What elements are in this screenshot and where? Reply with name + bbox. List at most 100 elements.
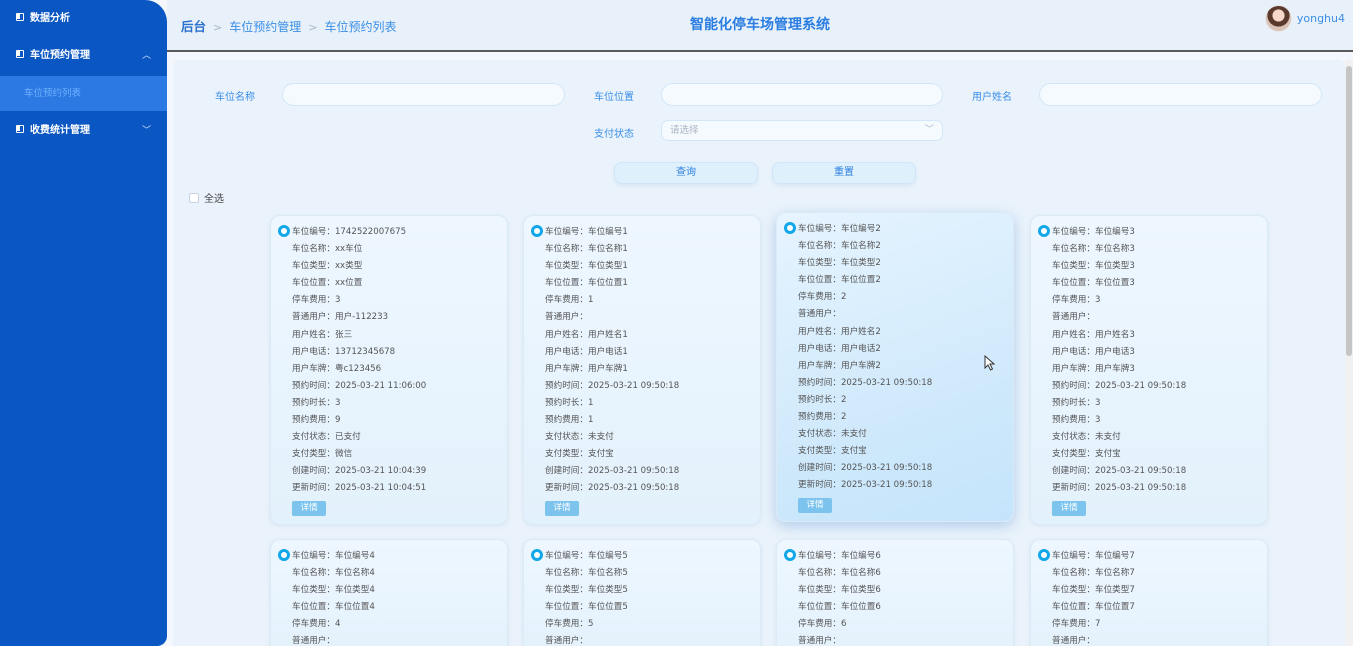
detail-button[interactable]: 详情 [1052, 501, 1086, 516]
select-all[interactable]: 全选 [189, 190, 224, 205]
top-header: 后台 > 车位预约管理 > 车位预约列表 智能化停车场管理系统 yonghu4 [167, 0, 1353, 52]
card-field: 预约费用：3 [1052, 415, 1101, 426]
card-field: 创建时间：2025-03-21 09:50:18 [1052, 466, 1187, 477]
sidebar: 数据分析 车位预约管理 ︿ 车位预约列表 收费统计管理 ﹀ [0, 0, 167, 646]
card-fields: 车位编号：车位编号2 车位名称：车位名称2 车位类型：车位类型2 车位位置：车位… [798, 223, 932, 497]
card-field: 车位类型：车位类型5 [545, 585, 628, 596]
reservation-card[interactable]: 车位编号：车位编号4 车位名称：车位名称4 车位类型：车位类型4 车位位置：车位… [270, 539, 508, 646]
card-field: 车位类型：车位类型6 [798, 585, 881, 596]
card-field: 支付状态：未支付 [798, 429, 867, 440]
sidebar-item-data-analysis[interactable]: 数据分析 [0, 0, 167, 38]
detail-button[interactable]: 详情 [292, 501, 326, 516]
card-field: 普通用户： [1052, 312, 1095, 323]
space-name-input[interactable] [282, 83, 565, 106]
page-title: 智能化停车场管理系统 [690, 17, 830, 33]
card-field: 车位编号：车位编号6 [798, 551, 881, 561]
sidebar-subitem-reservation-list[interactable]: 车位预约列表 [0, 76, 167, 111]
query-button[interactable]: 查询 [614, 162, 758, 184]
chevron-up-icon: ︿ [141, 51, 151, 61]
card-field: 车位编号：车位编号7 [1052, 551, 1135, 561]
card-field: 停车费用：4 [292, 619, 341, 630]
card-field: 用户姓名：张三 [292, 329, 353, 340]
card-field: 车位位置：车位位置5 [545, 602, 628, 613]
main-panel: 车位名称 车位位置 用户姓名 支付状态 请选择 ﹀ 查询 重置 全选 车位编号：… [173, 60, 1345, 646]
card-field: 车位位置：车位位置2 [798, 275, 881, 286]
avatar[interactable] [1264, 4, 1292, 32]
card-field: 支付类型：微信 [292, 449, 353, 460]
card-field: 车位位置：车位位置6 [798, 602, 881, 613]
detail-button[interactable]: 详情 [545, 501, 579, 516]
card-field: 车位类型：车位类型3 [1052, 261, 1135, 272]
space-name-label: 车位名称 [215, 92, 255, 103]
reservation-card[interactable]: 车位编号：车位编号5 车位名称：车位名称5 车位类型：车位类型5 车位位置：车位… [523, 539, 761, 646]
sidebar-item-label: 数据分析 [30, 13, 70, 24]
reset-button[interactable]: 重置 [772, 162, 916, 184]
card-select-radio[interactable] [1038, 225, 1050, 237]
card-field: 预约时长：1 [545, 397, 594, 408]
card-select-radio[interactable] [278, 225, 290, 237]
scrollbar-thumb[interactable] [1346, 66, 1352, 356]
card-field: 停车费用：6 [798, 619, 847, 630]
card-field: 创建时间：2025-03-21 10:04:39 [292, 466, 427, 477]
card-field: 预约时间：2025-03-21 09:50:18 [798, 377, 933, 388]
card-field: 车位类型：车位类型2 [798, 258, 881, 269]
card-fields: 车位编号：车位编号1 车位名称：车位名称1 车位类型：车位类型1 车位位置：车位… [545, 226, 679, 500]
card-field: 用户电话：用户电话1 [545, 346, 628, 357]
user-menu[interactable]: yonghu4 [1264, 4, 1345, 32]
card-field: 用户车牌：用户车牌2 [798, 360, 881, 371]
card-field: 普通用户： [798, 636, 841, 646]
reservation-card[interactable]: 车位编号：车位编号2 车位名称：车位名称2 车位类型：车位类型2 车位位置：车位… [776, 212, 1014, 522]
card-field: 预约时长：3 [1052, 397, 1101, 408]
card-field: 用户车牌：用户车牌3 [1052, 363, 1135, 374]
card-field: 停车费用：1 [545, 295, 594, 306]
username[interactable]: yonghu4 [1297, 12, 1345, 25]
card-field: 创建时间：2025-03-21 09:50:18 [798, 463, 933, 474]
space-location-label: 车位位置 [594, 92, 634, 103]
card-select-radio[interactable] [531, 225, 543, 237]
card-field: 支付状态：已支付 [292, 432, 361, 443]
pay-status-select[interactable]: 请选择 ﹀ [661, 120, 943, 141]
card-field: 停车费用：3 [292, 295, 341, 306]
card-field: 普通用户： [545, 312, 588, 323]
card-select-radio[interactable] [784, 549, 796, 561]
card-field: 车位名称：车位名称3 [1052, 244, 1135, 255]
card-fields: 车位编号：车位编号6 车位名称：车位名称6 车位类型：车位类型6 车位位置：车位… [798, 550, 881, 646]
card-fields: 车位编号：车位编号3 车位名称：车位名称3 车位类型：车位类型3 车位位置：车位… [1052, 226, 1186, 500]
card-field: 普通用户： [1052, 636, 1095, 646]
reservation-card[interactable]: 车位编号：车位编号3 车位名称：车位名称3 车位类型：车位类型3 车位位置：车位… [1030, 215, 1268, 525]
card-field: 车位名称：xx车位 [292, 244, 363, 255]
card-field: 支付状态：未支付 [1052, 432, 1121, 443]
reservation-card[interactable]: 车位编号：车位编号7 车位名称：车位名称7 车位类型：车位类型7 车位位置：车位… [1030, 539, 1268, 646]
card-fields: 车位编号：1742522007675 车位名称：xx车位 车位类型：xx类型 车… [292, 226, 426, 500]
card-select-radio[interactable] [784, 222, 796, 234]
card-fields: 车位编号：车位编号5 车位名称：车位名称5 车位类型：车位类型5 车位位置：车位… [545, 550, 628, 646]
card-select-radio[interactable] [1038, 549, 1050, 561]
sidebar-item-label: 车位预约管理 [30, 50, 90, 61]
detail-button[interactable]: 详情 [798, 498, 832, 513]
card-field: 更新时间：2025-03-21 09:50:18 [1052, 483, 1187, 494]
card-field: 车位编号：车位编号4 [292, 551, 375, 561]
sidebar-item-reservation-management[interactable]: 车位预约管理 ︿ [0, 37, 167, 75]
sidebar-item-fee-statistics[interactable]: 收费统计管理 ﹀ [0, 112, 167, 150]
card-field: 车位位置：车位位置1 [545, 278, 628, 289]
space-location-input[interactable] [661, 83, 943, 106]
card-field: 预约费用：2 [798, 412, 847, 423]
card-field: 更新时间：2025-03-21 09:50:18 [545, 483, 680, 494]
chevron-down-icon: ﹀ [141, 126, 151, 136]
reservation-card[interactable]: 车位编号：车位编号1 车位名称：车位名称1 车位类型：车位类型1 车位位置：车位… [523, 215, 761, 525]
card-field: 停车费用：3 [1052, 295, 1101, 306]
card-field: 预约费用：9 [292, 415, 341, 426]
reservation-card[interactable]: 车位编号：车位编号6 车位名称：车位名称6 车位类型：车位类型6 车位位置：车位… [776, 539, 1014, 646]
sidebar-item-label: 收费统计管理 [30, 125, 90, 136]
card-field: 车位名称：车位名称7 [1052, 568, 1135, 579]
card-field: 更新时间：2025-03-21 10:04:51 [292, 483, 427, 494]
reservation-card[interactable]: 车位编号：1742522007675 车位名称：xx车位 车位类型：xx类型 车… [270, 215, 508, 525]
card-select-radio[interactable] [531, 549, 543, 561]
select-all-checkbox[interactable] [189, 192, 199, 203]
card-field: 预约时间：2025-03-21 11:06:00 [292, 380, 427, 391]
card-select-radio[interactable] [278, 549, 290, 561]
card-field: 用户车牌：粤c123456 [292, 363, 382, 374]
vertical-scrollbar[interactable] [1345, 60, 1353, 646]
card-field: 车位编号：车位编号2 [798, 224, 881, 234]
user-name-input[interactable] [1039, 83, 1322, 106]
